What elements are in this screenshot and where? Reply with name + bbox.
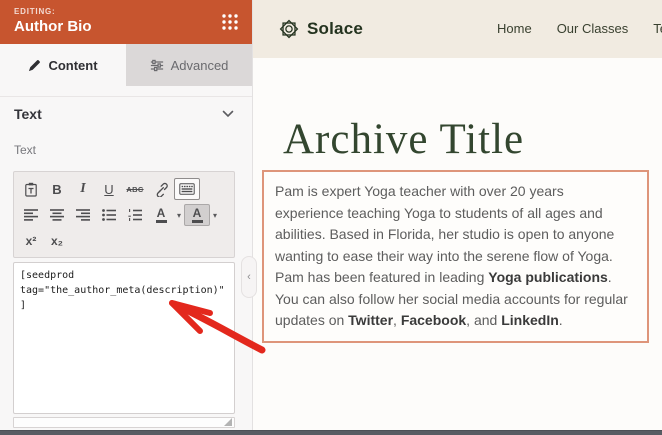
editor-toolbar: B I U ABC <box>13 171 235 258</box>
italic-button[interactable]: I <box>70 178 96 200</box>
bio-text: , <box>393 312 401 328</box>
settings-sidebar: EDITING: Author Bio Content <box>0 0 252 430</box>
site-logo[interactable]: Solace <box>278 18 363 40</box>
bold-button[interactable]: B <box>44 178 70 200</box>
textarea-statusbar <box>13 417 235 428</box>
site-name: Solace <box>307 19 363 39</box>
bio-text: , and <box>466 312 501 328</box>
strikethrough-button[interactable]: ABC <box>122 178 148 200</box>
sliders-icon <box>150 59 164 72</box>
bio-link-yoga-publications[interactable]: Yoga publications <box>488 269 608 285</box>
smart-tags-icon[interactable] <box>174 178 200 200</box>
numbered-list-icon[interactable] <box>122 204 148 226</box>
page-builder-window: EDITING: Author Bio Content <box>0 0 662 435</box>
tab-content[interactable]: Content <box>0 44 126 86</box>
widget-header: EDITING: Author Bio <box>0 0 252 44</box>
tab-bar: Content Advanced <box>0 44 252 86</box>
text-color-caret-icon[interactable]: ▾ <box>174 204 184 226</box>
text-content-textarea[interactable]: [seedprod tag="the_author_meta(descripti… <box>13 262 235 414</box>
widget-title: Author Bio <box>14 18 91 35</box>
tab-advanced-label: Advanced <box>171 58 229 73</box>
text-color-swatch <box>156 220 167 223</box>
background-color-caret-icon[interactable]: ▾ <box>210 204 220 226</box>
sidebar-collapse-button[interactable]: ‹ <box>241 256 257 298</box>
bio-link-facebook[interactable]: Facebook <box>401 312 466 328</box>
subscript-button[interactable]: x₂ <box>44 230 70 252</box>
text-section-title: Text <box>14 106 42 122</box>
link-icon[interactable] <box>148 178 174 200</box>
bio-link-twitter[interactable]: Twitter <box>348 312 393 328</box>
nav-teachers[interactable]: Tea <box>653 21 662 36</box>
text-field-label: Text <box>14 143 36 157</box>
align-center-icon[interactable] <box>44 204 70 226</box>
background-color-letter: A <box>193 207 202 219</box>
paste-text-icon[interactable] <box>18 178 44 200</box>
divider <box>0 96 252 97</box>
text-color-letter: A <box>157 207 166 219</box>
pencil-icon <box>28 59 41 72</box>
resize-grip-icon[interactable] <box>224 418 232 426</box>
drag-handle-icon[interactable] <box>220 12 240 32</box>
align-left-icon[interactable] <box>18 204 44 226</box>
bullet-list-icon[interactable] <box>96 204 122 226</box>
star-logo-icon <box>278 18 300 40</box>
archive-title: Archive Title <box>283 115 653 164</box>
nav-our-classes[interactable]: Our Classes <box>557 21 629 36</box>
text-color-button[interactable]: A <box>148 204 174 226</box>
align-right-icon[interactable] <box>70 204 96 226</box>
editing-label: EDITING: <box>14 7 56 16</box>
underline-button[interactable]: U <box>96 178 122 200</box>
live-preview: Solace Home Our Classes Tea Archive Titl… <box>252 0 662 430</box>
site-nav: Home Our Classes Tea <box>497 21 662 36</box>
site-header: Solace Home Our Classes Tea <box>253 0 662 58</box>
tab-advanced[interactable]: Advanced <box>126 44 252 86</box>
nav-home[interactable]: Home <box>497 21 532 36</box>
background-color-swatch <box>192 220 203 223</box>
author-bio-block[interactable]: Pam is expert Yoga teacher with over 20 … <box>262 170 649 343</box>
bio-link-linkedin[interactable]: LinkedIn <box>501 312 559 328</box>
tab-content-label: Content <box>48 58 97 73</box>
bio-text: . <box>559 312 563 328</box>
chevron-down-icon[interactable] <box>222 110 234 118</box>
background-color-button[interactable]: A <box>184 204 210 226</box>
superscript-button[interactable]: x² <box>18 230 44 252</box>
bottom-bar <box>0 430 662 435</box>
